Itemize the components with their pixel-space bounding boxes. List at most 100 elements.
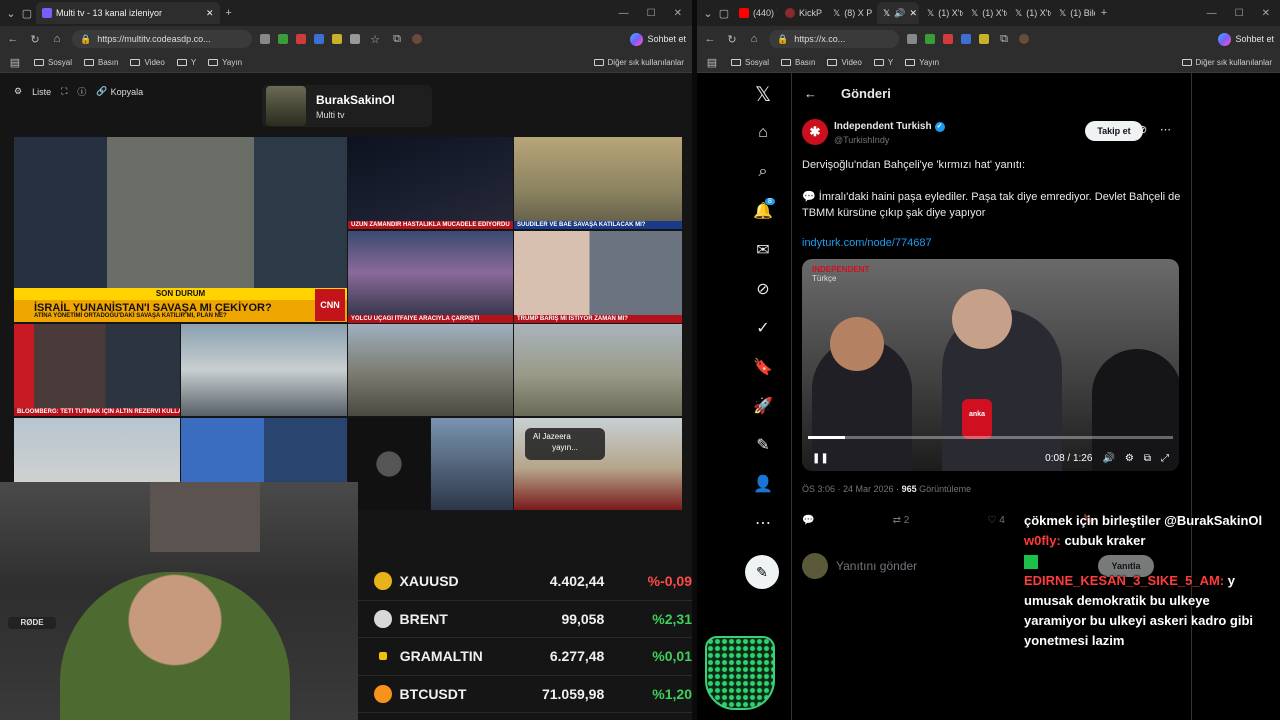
messages-icon[interactable]: ✉ [743,235,783,265]
tv-tile[interactable]: TRUMP BARIŞ MI İSTİYOR ZAMAN MI? [514,231,682,323]
other-favorites[interactable]: Diğer sık kullanılanlar [593,58,684,67]
extension-icon[interactable] [296,34,306,44]
extension-icon[interactable] [907,34,917,44]
channel-profile[interactable]: BurakSakinOl Multi tv [262,85,432,127]
workspaces-icon[interactable]: ▢ [20,7,34,20]
favorites-icon[interactable]: ☆ [368,33,382,46]
verified-icon[interactable]: ✓ [743,313,783,343]
refresh-icon[interactable]: ↻ [725,33,739,46]
extension-icon[interactable] [925,34,935,44]
picture-in-picture-icon[interactable]: ⧉ [1144,453,1151,464]
rocket-icon[interactable]: 🚀 [743,391,783,421]
home-icon[interactable]: ⌂ [50,33,64,45]
copilot-button[interactable]: Sohbet et [630,32,686,46]
bookmarks-icon[interactable]: 🔖 [743,352,783,382]
fullscreen-icon[interactable]: ⤢ [1161,453,1169,464]
bookmark-folder[interactable]: Yayın [905,58,939,67]
settings-icon[interactable]: ⚙ [1125,453,1134,464]
copilot-button[interactable]: Sohbet et [1218,32,1274,46]
close-tab-icon[interactable]: ✕ [909,8,917,19]
tv-tile-news[interactable] [14,137,347,288]
search-icon[interactable]: ⌕ [743,157,783,187]
speaker-icon[interactable]: 🔊 [894,8,905,19]
list-button[interactable]: Liste [32,87,51,97]
back-arrow-icon[interactable]: ← [804,86,817,101]
tv-tile[interactable]: BLOOMBERG: TETİ TUTMAK İÇİN ALTIN REZERV… [14,324,180,416]
reading-list-icon[interactable]: ▤ [8,56,22,69]
reply-input[interactable]: Yanıtını gönder [836,559,917,573]
bookmark-folder[interactable]: Sosyal [731,58,769,67]
collections-icon[interactable]: ⧉ [390,33,404,46]
video-player[interactable]: anka INDEPENDENT Türkçe ❚❚ 0:08 / 1:26 🔊 … [802,259,1179,471]
tv-tile[interactable]: YOLCU UÇAĞI İTFAİYE ARACIYLA ÇARPIŞTI [348,231,513,323]
extension-icon[interactable] [943,34,953,44]
x-logo-icon[interactable]: 𝕏 [743,79,783,109]
more-options-icon[interactable]: ⋯ [1160,123,1171,136]
fullscreen-icon[interactable]: ⛶ [61,86,67,97]
url-field[interactable]: 🔒 https://x.co... [769,30,899,48]
tv-tile[interactable]: SUUDİLER VE BAE SAVAŞA KATILACAK MI? [514,137,682,229]
workspaces-icon[interactable]: ▢ [717,7,731,20]
other-favorites[interactable]: Diğer sık kullanılanlar [1181,58,1272,67]
minimize-icon[interactable]: — [619,8,629,19]
tab-x[interactable]: 𝕏(1) Bild [1053,2,1095,24]
back-icon[interactable]: ← [6,33,20,45]
extension-icon[interactable] [350,34,360,44]
more-icon[interactable]: ⋯ [743,508,783,538]
tab-x[interactable]: 𝕏(1) X'te [1009,2,1051,24]
tab-youtube[interactable]: (440) Y [733,2,777,24]
tab-multitv[interactable]: Multi tv - 13 kanal izleniyor ✕ [36,2,220,24]
tv-tile[interactable] [431,418,513,510]
tab-x[interactable]: 𝕏(1) X'te [965,2,1007,24]
articles-icon[interactable]: ✎ [743,430,783,460]
video-progress-bar[interactable] [808,436,1173,439]
retweet-button[interactable]: ⇄ 2 [893,515,910,526]
notifications-icon[interactable]: 🔔 8 [743,196,783,226]
tv-tile[interactable] [514,324,682,416]
url-field[interactable]: 🔒 https://multitv.codeasdp.co... [72,30,252,48]
profile-icon[interactable]: 👤 [743,469,783,499]
bookmark-folder[interactable]: Video [130,58,165,67]
bookmark-folder[interactable]: Y [873,58,893,67]
tv-tile[interactable]: UZUN ZAMANDIR HASTALIKLA MÜCADELE EDİYOR… [348,137,513,229]
bookmark-folder[interactable]: Basın [781,58,815,67]
tv-tile[interactable] [181,324,347,416]
bookmark-folder[interactable]: Basın [84,58,118,67]
author-avatar[interactable]: ✱ [802,119,828,145]
minimize-icon[interactable]: — [1207,8,1217,19]
pause-icon[interactable]: ❚❚ [812,453,829,464]
back-icon[interactable]: ← [703,33,717,45]
bookmark-folder[interactable]: Yayın [208,58,242,67]
close-window-icon[interactable]: ✕ [674,8,682,19]
maximize-icon[interactable]: ☐ [647,8,656,19]
volume-icon[interactable]: 🔊 [1102,453,1114,464]
home-icon[interactable]: ⌂ [747,33,761,45]
tab-kick[interactable]: KickP [779,2,825,24]
extension-icon[interactable] [332,34,342,44]
refresh-icon[interactable]: ↻ [28,33,42,46]
follow-button[interactable]: Takip et [1085,121,1143,141]
extension-icon[interactable] [979,34,989,44]
close-window-icon[interactable]: ✕ [1262,8,1270,19]
grok-icon[interactable]: ⊘ [743,274,783,304]
bookmark-folder[interactable]: Sosyal [34,58,72,67]
reply-icon[interactable]: 💬 [802,515,814,526]
new-tab-icon[interactable]: + [222,7,236,19]
extension-icon[interactable] [314,34,324,44]
info-icon[interactable]: ⓘ [77,85,86,98]
tab-actions-icon[interactable]: ⌄ [701,7,715,20]
extension-icon[interactable] [278,34,288,44]
extension-icon[interactable] [961,34,971,44]
tab-x-active[interactable]: 𝕏 🔊 ✕ [877,2,919,24]
like-button[interactable]: ♡ 4 [988,515,1005,526]
reading-list-icon[interactable]: ▤ [705,56,719,69]
copy-button[interactable]: 🔗 Kopyala [96,86,143,97]
new-tab-icon[interactable]: + [1097,7,1111,19]
maximize-icon[interactable]: ☐ [1235,8,1244,19]
home-icon[interactable]: ⌂ [743,118,783,148]
compose-post-button[interactable]: ✎ [745,555,779,589]
author-name[interactable]: Independent Turkish [834,121,932,132]
settings-icon[interactable]: ⚙ [14,86,22,97]
bookmark-folder[interactable]: Video [827,58,862,67]
collections-icon[interactable]: ⧉ [997,33,1011,46]
